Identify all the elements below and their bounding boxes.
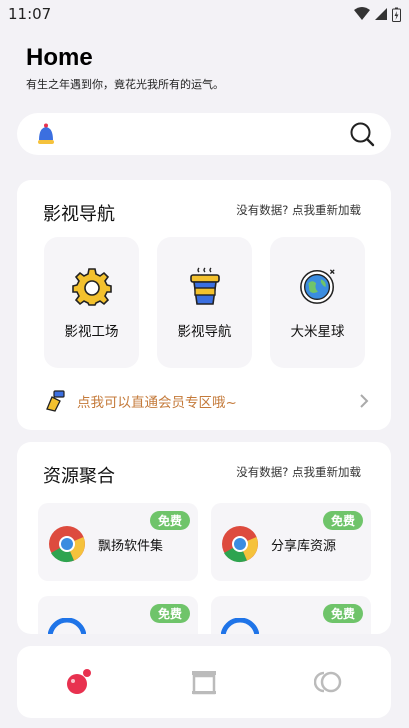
- blue-circle-icon: [48, 618, 86, 634]
- free-badge: 免费: [149, 604, 190, 623]
- gear-icon: [71, 266, 112, 306]
- search-bar[interactable]: [17, 113, 391, 155]
- free-badge: 免费: [322, 604, 363, 623]
- nav-tiles: 影视工场 影视导航 大米星球: [44, 237, 365, 368]
- movie-nav-card: 影视导航 没有数据? 点我重新加载 影视工场 影视导航 大米星球 点我可以直通会…: [17, 180, 391, 430]
- tile-movie-nav[interactable]: 影视导航: [157, 237, 252, 368]
- resource-item[interactable]: 免费: [38, 596, 198, 634]
- page-subtitle: 有生之年遇到你，竟花光我所有的运气。: [26, 78, 224, 91]
- resource-item[interactable]: 免费 飘扬软件集: [38, 503, 198, 581]
- free-badge: 免费: [149, 511, 190, 530]
- page-title: Home: [26, 44, 93, 71]
- chrome-icon: [222, 526, 258, 563]
- section-title: 影视导航: [43, 204, 115, 225]
- tile-label: 影视工场: [64, 323, 119, 340]
- resource-card: 资源聚合 没有数据? 点我重新加载 免费 飘扬软件集 免费 分享库资源 免费 免…: [17, 442, 391, 634]
- tile-label: 影视导航: [177, 323, 232, 340]
- blue-circle-icon: [221, 618, 259, 634]
- free-badge: 免费: [322, 511, 363, 530]
- reload-link[interactable]: 没有数据? 点我重新加载: [236, 202, 361, 218]
- search-icon[interactable]: [349, 121, 375, 147]
- resource-name: 分享库资源: [271, 539, 337, 554]
- page-header: Home 有生之年遇到你，竟花光我所有的运气。: [26, 44, 224, 92]
- bottom-tab-bar: [17, 646, 391, 718]
- section-title: 资源聚合: [43, 466, 115, 487]
- promo-text: 点我可以直通会员专区哦~: [77, 395, 237, 411]
- rings-icon: [313, 671, 341, 693]
- signal-icon: [375, 8, 387, 20]
- resource-item[interactable]: 免费 分享库资源: [211, 503, 371, 581]
- drink-cup-icon: [185, 266, 225, 306]
- tab-discover[interactable]: [299, 657, 359, 707]
- planet-icon: [298, 266, 338, 306]
- home-dot-icon: [67, 669, 92, 694]
- wifi-icon: [354, 7, 370, 20]
- status-time: 11:07: [8, 5, 52, 23]
- vip-promo-link[interactable]: 点我可以直通会员专区哦~: [43, 389, 369, 413]
- chrome-icon: [49, 526, 85, 563]
- bell-icon[interactable]: [33, 121, 59, 147]
- chevron-right-icon: [360, 394, 369, 408]
- reload-link[interactable]: 没有数据? 点我重新加载: [236, 464, 361, 480]
- resource-name: 飘扬软件集: [98, 539, 164, 554]
- tile-dami-planet[interactable]: 大米星球: [270, 237, 365, 368]
- status-bar: 11:07: [0, 0, 409, 28]
- archive-icon: [191, 671, 216, 695]
- battery-icon: [392, 7, 401, 22]
- tile-label: 大米星球: [290, 323, 345, 340]
- tab-archive[interactable]: [174, 657, 234, 707]
- tile-movie-factory[interactable]: 影视工场: [44, 237, 139, 368]
- resource-item[interactable]: 免费: [211, 596, 371, 634]
- hand-bell-icon: [46, 390, 65, 412]
- system-icons: [354, 7, 401, 22]
- tab-home[interactable]: [49, 657, 109, 707]
